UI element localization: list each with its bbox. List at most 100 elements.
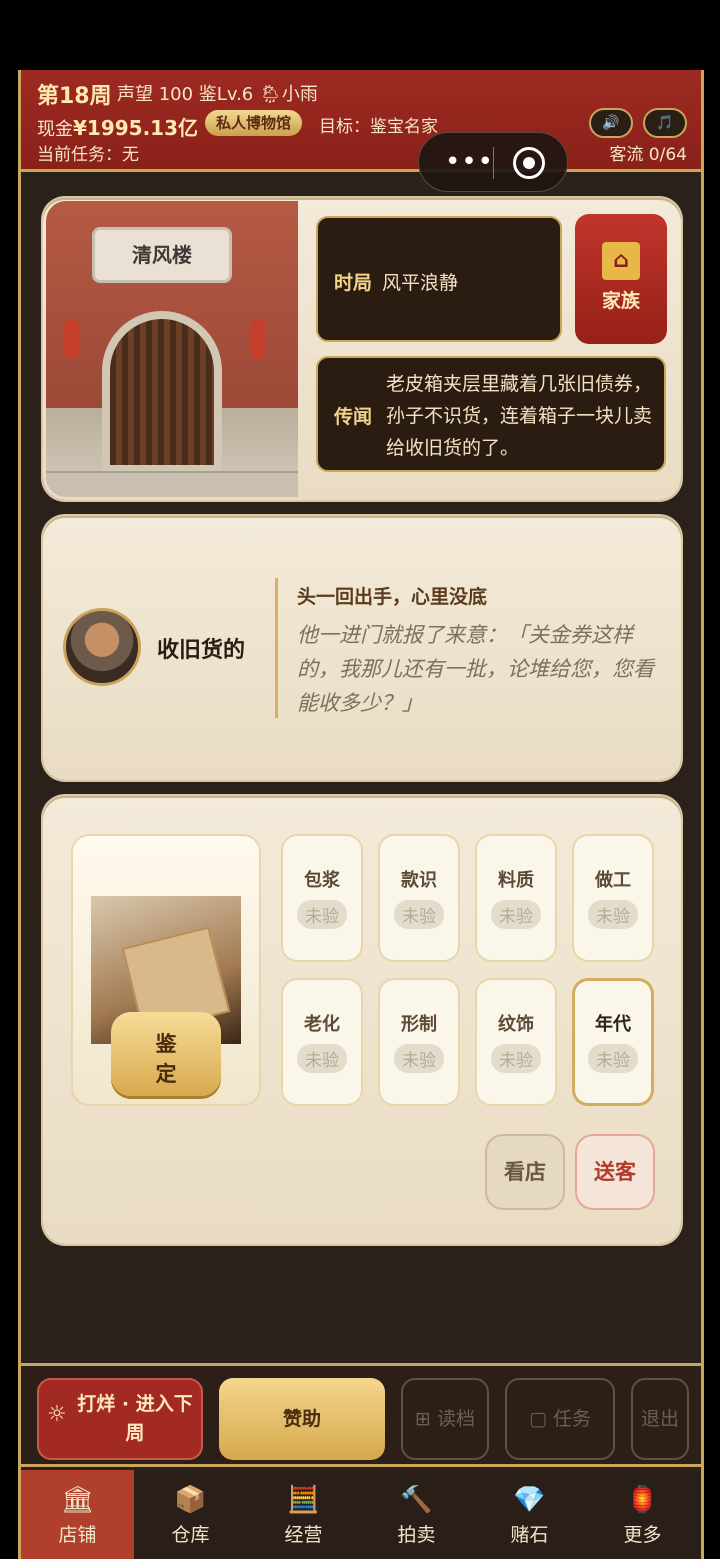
goal-text: 目标：鉴宝名家 bbox=[319, 117, 438, 137]
attr-status: 未验 bbox=[491, 900, 541, 929]
shop-building-image: 清风楼 bbox=[46, 201, 298, 497]
attr-status: 未验 bbox=[394, 900, 444, 929]
quote-divider bbox=[275, 578, 278, 718]
task-icon: ▢ bbox=[528, 1408, 547, 1430]
family-button[interactable]: ⌂ 家族 bbox=[575, 214, 667, 344]
reputation-level-weather: 声望 100 鉴Lv.6 🌦小雨 bbox=[117, 84, 318, 105]
close-target-icon[interactable] bbox=[513, 147, 545, 179]
bottom-tab-bar: 🏛 店铺 📦 仓库 🧮 经营 🔨 拍卖 💎 赌石 🏮 更多 bbox=[21, 1470, 701, 1559]
customer-dialog-card: 收旧货的 头一回出手，心里没底 他一进门就报了来意：「关金券这样的，我那儿还有一… bbox=[43, 516, 681, 780]
appraise-label-2: 定 bbox=[155, 1063, 177, 1086]
lantern-right bbox=[250, 319, 266, 359]
music-toggle-button[interactable]: 🎵 bbox=[643, 108, 687, 138]
tasks-label: 任务 bbox=[552, 1408, 591, 1430]
sun-icon: ☼ bbox=[47, 1402, 67, 1427]
appraise-button[interactable]: 鉴 定 bbox=[111, 1012, 221, 1096]
rumor-text: 老皮箱夹层里藏着几张旧债券，孙子不识货，连着箱子一块儿卖给收旧货的了。 bbox=[386, 373, 653, 459]
shop-hall-icon: 🏛 bbox=[60, 1485, 94, 1515]
attr-pattern[interactable]: 纹饰 未验 bbox=[475, 978, 557, 1106]
attr-name: 做工 bbox=[595, 870, 631, 891]
tab-label: 经营 bbox=[284, 1524, 323, 1546]
shop-info-card: 清风楼 时局 风平浪静 ⌂ 家族 传闻 老皮箱夹层里藏着几张旧债券，孙子不识货，连… bbox=[43, 198, 681, 500]
family-hall-icon: ⌂ bbox=[602, 242, 640, 280]
folder-icon: ⊞ bbox=[415, 1408, 431, 1430]
shop-plaque: 清风楼 bbox=[92, 227, 232, 283]
customer-flow: 客流 0/64 bbox=[609, 145, 687, 165]
send-off-button[interactable]: 送客 bbox=[575, 1134, 655, 1210]
attr-name: 老化 bbox=[304, 1014, 340, 1035]
exit-button[interactable]: 退出 bbox=[631, 1378, 689, 1460]
attr-name: 纹饰 bbox=[498, 1014, 534, 1035]
sponsor-button[interactable]: 赞助 bbox=[219, 1378, 385, 1460]
tab-label: 赌石 bbox=[510, 1524, 549, 1546]
situation-value: 风平浪静 bbox=[382, 272, 459, 294]
attr-inscription[interactable]: 款识 未验 bbox=[378, 834, 460, 962]
attr-status: 未验 bbox=[491, 1044, 541, 1073]
attr-form[interactable]: 形制 未验 bbox=[378, 978, 460, 1106]
tab-stone-gamble[interactable]: 💎 赌石 bbox=[473, 1470, 586, 1559]
attr-aging[interactable]: 老化 未验 bbox=[281, 978, 363, 1106]
week-counter: 第18周 bbox=[37, 84, 112, 109]
chest-icon: 📦 bbox=[174, 1485, 207, 1515]
abacus-icon: 🧮 bbox=[287, 1485, 320, 1515]
situation-label: 时局 bbox=[334, 272, 373, 294]
music-note-icon: 🎵 bbox=[656, 115, 674, 131]
attr-patina[interactable]: 包浆 未验 bbox=[281, 834, 363, 962]
tab-label: 店铺 bbox=[58, 1524, 97, 1546]
tab-label: 拍卖 bbox=[397, 1524, 436, 1546]
sound-toggle-button[interactable]: 🔊 bbox=[589, 108, 633, 138]
attr-name: 年代 bbox=[595, 1014, 631, 1035]
game-frame: 第18周 声望 100 鉴Lv.6 🌦小雨 现金¥1995.13亿 私人博物馆 … bbox=[18, 70, 704, 1559]
attr-name: 款识 bbox=[401, 870, 437, 891]
lantern-left bbox=[64, 319, 80, 359]
gavel-icon: 🔨 bbox=[400, 1485, 433, 1515]
tab-shop[interactable]: 🏛 店铺 bbox=[21, 1470, 134, 1559]
attr-status: 未验 bbox=[297, 900, 347, 929]
stone-steps bbox=[46, 471, 298, 497]
tasks-button[interactable]: ▢ 任务 bbox=[505, 1378, 615, 1460]
tab-auction[interactable]: 🔨 拍卖 bbox=[360, 1470, 473, 1559]
customer-avatar bbox=[63, 608, 141, 686]
tab-business[interactable]: 🧮 经营 bbox=[247, 1470, 360, 1559]
speaker-icon: 🔊 bbox=[602, 115, 620, 131]
tab-label: 仓库 bbox=[171, 1524, 210, 1546]
cash-display: 现金¥1995.13亿 bbox=[37, 112, 198, 141]
tab-label: 更多 bbox=[623, 1524, 662, 1546]
door-arch bbox=[102, 311, 222, 473]
cash-label: 现金 bbox=[37, 119, 73, 140]
attr-name: 包浆 bbox=[304, 870, 340, 891]
attr-status: 未验 bbox=[588, 1044, 638, 1073]
customer-mood: 头一回出手，心里没底 bbox=[297, 586, 488, 608]
attr-status: 未验 bbox=[394, 1044, 444, 1073]
rumor-label: 传闻 bbox=[334, 406, 373, 428]
attr-status: 未验 bbox=[588, 900, 638, 929]
wooden-door bbox=[110, 319, 214, 465]
load-save-button[interactable]: ⊞ 读档 bbox=[401, 1378, 489, 1460]
family-label: 家族 bbox=[601, 290, 640, 312]
cash-value: ¥1995.13亿 bbox=[73, 116, 199, 140]
situation-panel: 时局 风平浪静 bbox=[316, 216, 562, 342]
status-header: 第18周 声望 100 鉴Lv.6 🌦小雨 现金¥1995.13亿 私人博物馆 … bbox=[21, 70, 701, 172]
museum-badge[interactable]: 私人博物馆 bbox=[205, 110, 303, 136]
more-dots-icon[interactable]: ••• bbox=[445, 147, 494, 177]
attr-material[interactable]: 料质 未验 bbox=[475, 834, 557, 962]
rumor-panel: 传闻 老皮箱夹层里藏着几张旧债券，孙子不识货，连着箱子一块儿卖给收旧货的了。 bbox=[316, 356, 666, 472]
tab-warehouse[interactable]: 📦 仓库 bbox=[134, 1470, 247, 1559]
jade-stone-icon: 💎 bbox=[513, 1485, 546, 1515]
lantern-icon: 🏮 bbox=[626, 1485, 659, 1515]
item-preview: 鉴 定 bbox=[71, 834, 261, 1106]
customer-quote: 他一进门就报了来意：「关金券这样的，我那儿还有一批，论堆给您，您看能收多少？」 bbox=[297, 623, 654, 715]
next-week-label: 打烊 · 进入下周 bbox=[77, 1393, 193, 1444]
close-shop-next-week-button[interactable]: ☼ 打烊 · 进入下周 bbox=[37, 1378, 203, 1460]
view-shop-button[interactable]: 看店 bbox=[485, 1134, 565, 1210]
customer-name: 收旧货的 bbox=[157, 638, 246, 663]
capsule-divider bbox=[493, 147, 494, 179]
attr-status: 未验 bbox=[297, 1044, 347, 1073]
attr-craftsmanship[interactable]: 做工 未验 bbox=[572, 834, 654, 962]
appraise-label-1: 鉴 bbox=[155, 1033, 177, 1056]
attr-name: 料质 bbox=[498, 870, 534, 891]
tab-more[interactable]: 🏮 更多 bbox=[586, 1470, 699, 1559]
miniprogram-capsule[interactable]: ••• bbox=[418, 132, 568, 192]
attr-era[interactable]: 年代 未验 bbox=[572, 978, 654, 1106]
load-label: 读档 bbox=[436, 1408, 475, 1430]
